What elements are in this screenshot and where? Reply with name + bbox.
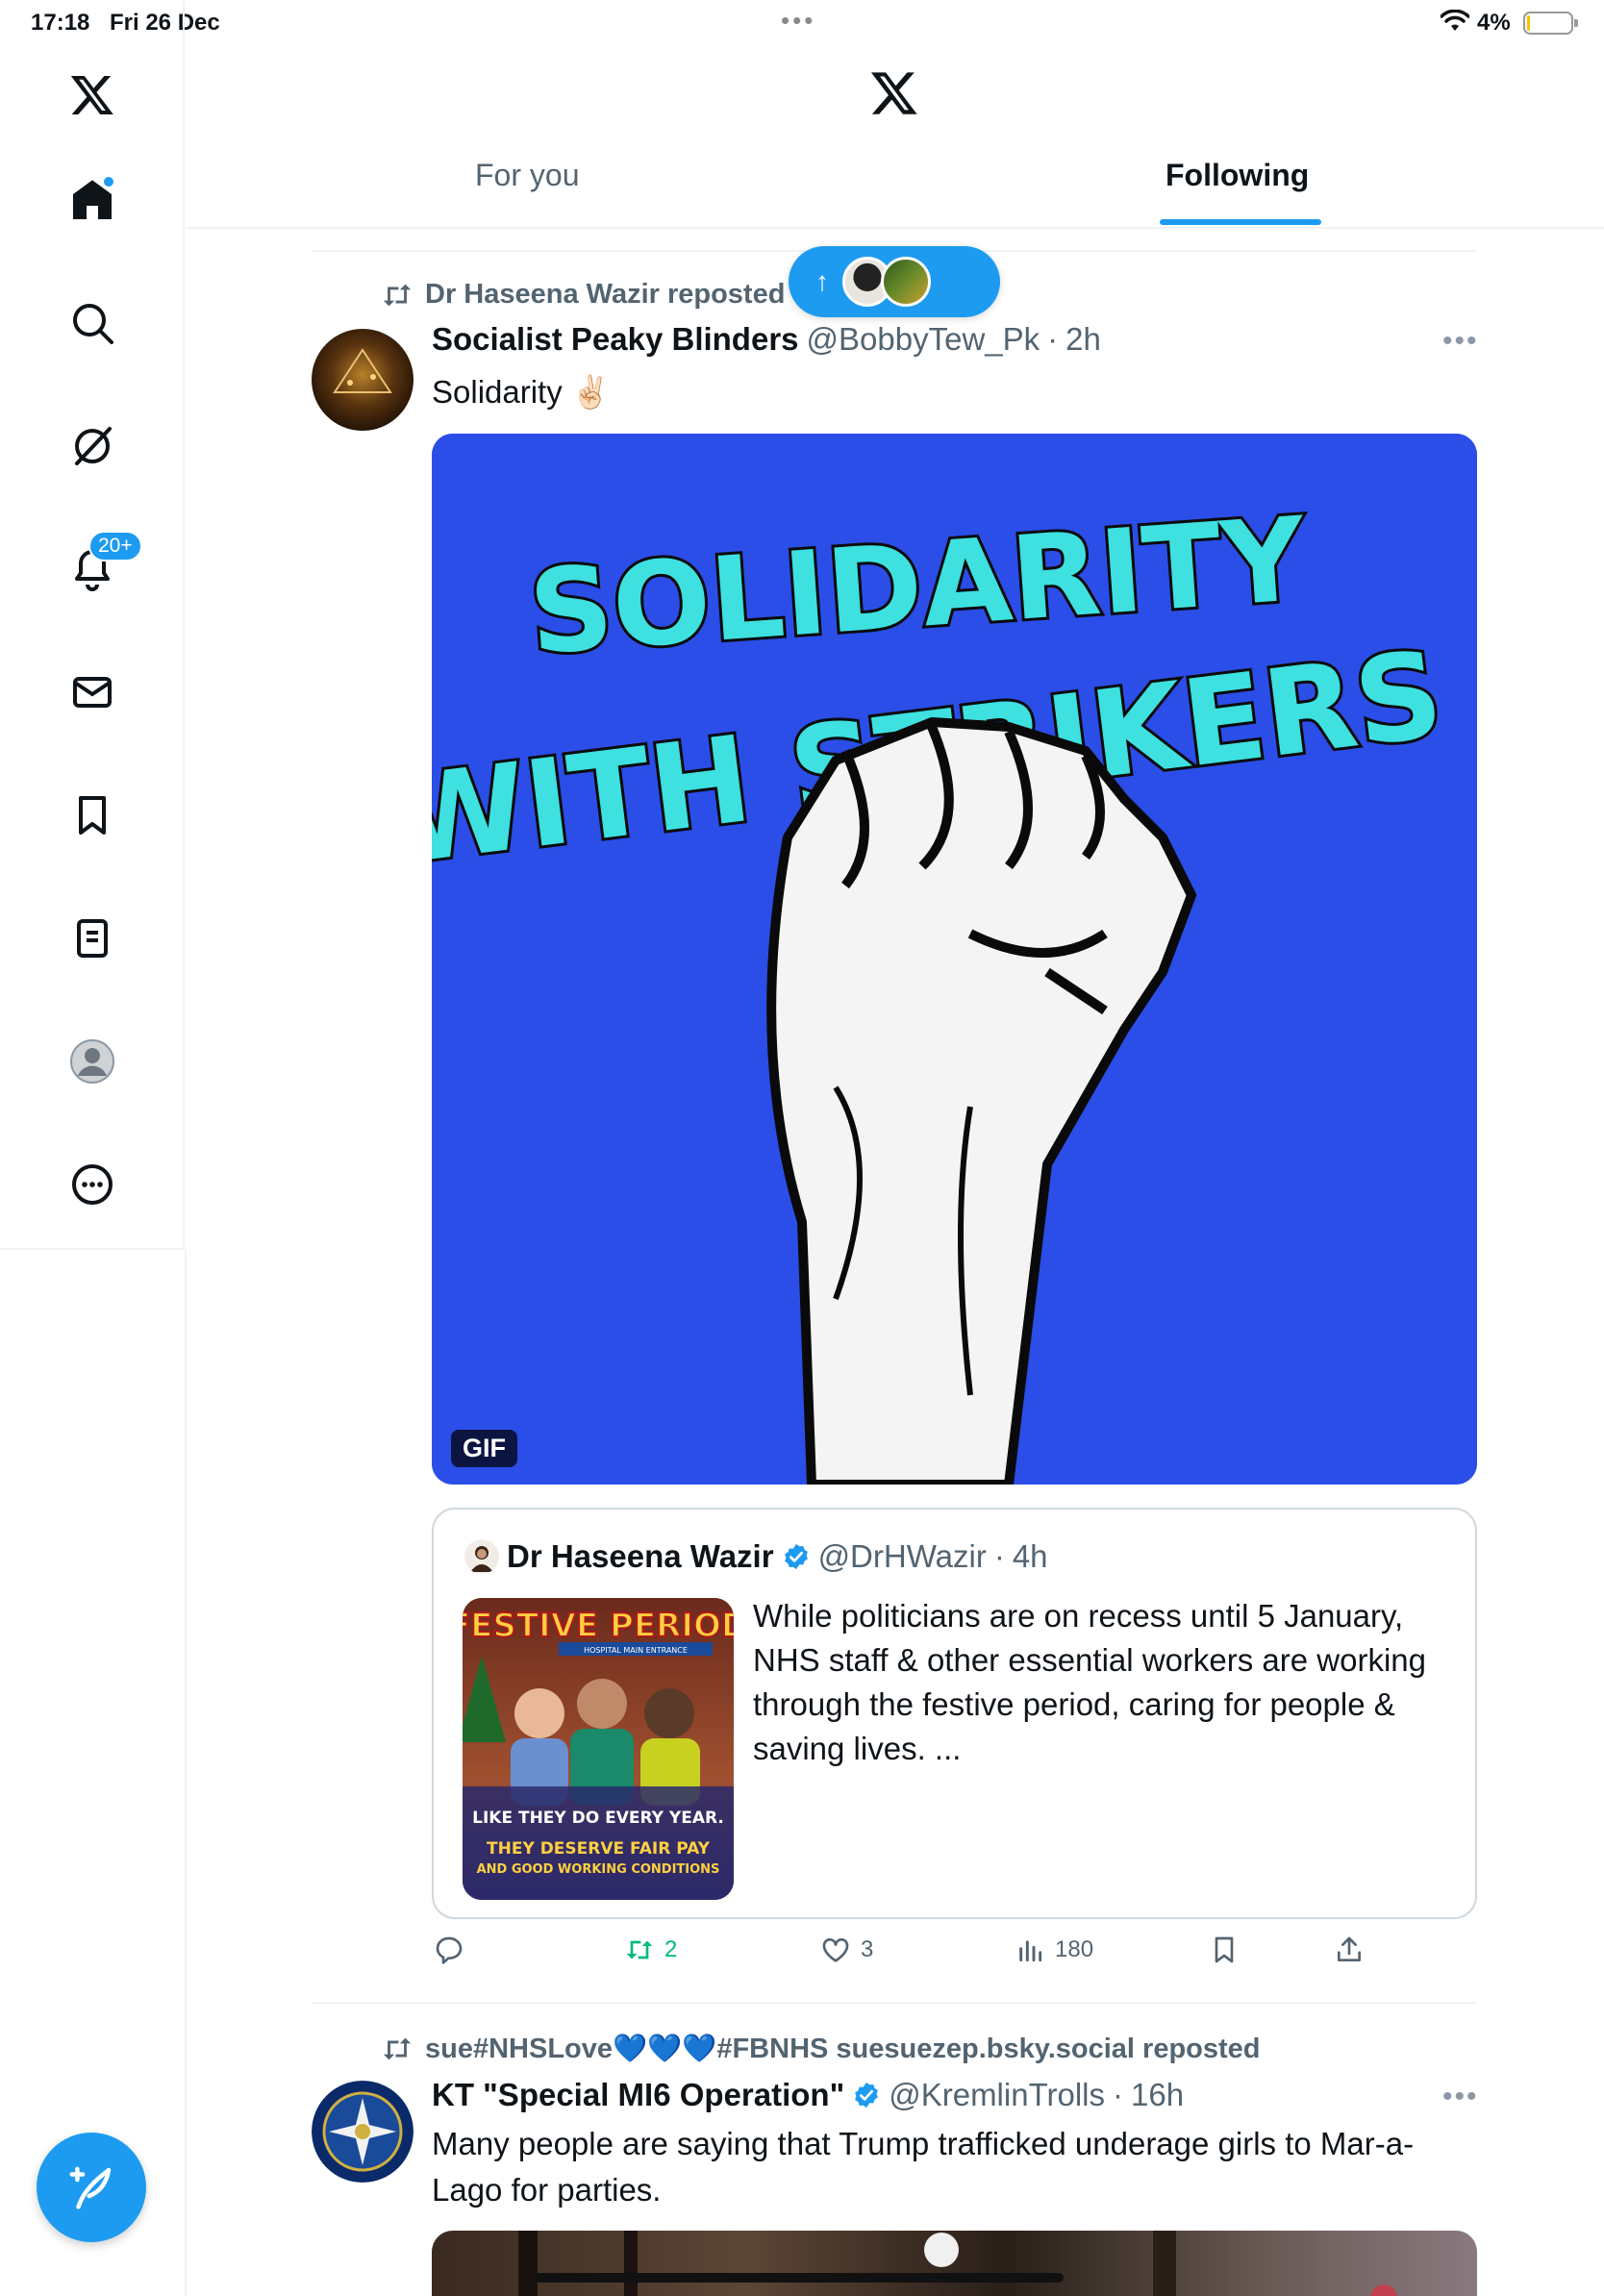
sidebar-item-lists[interactable]: [58, 904, 127, 973]
post-text: Solidarity ✌🏻: [432, 374, 611, 410]
separator: ·: [1113, 2077, 1124, 2112]
quoted-author-handle[interactable]: @DrHWazir: [818, 1538, 987, 1575]
quoted-author-name[interactable]: Dr Haseena Wazir: [507, 1538, 774, 1575]
active-tab-indicator: [1160, 219, 1321, 225]
x-logo-icon[interactable]: [869, 67, 919, 117]
more-options-icon[interactable]: •••: [1442, 2081, 1479, 2113]
avatar: [881, 257, 931, 307]
views-icon: [1019, 1940, 1042, 1962]
bookmark-icon: [1215, 1936, 1234, 1963]
sidebar-item-explore[interactable]: [58, 288, 127, 358]
post-media-gif[interactable]: SOLIDARITY WITH STRIKERS GIF: [432, 434, 1477, 1485]
author-name[interactable]: KT "Special MI6 Operation": [432, 2077, 844, 2113]
sidebar-item-home[interactable]: [58, 165, 127, 235]
bookmark-icon: [79, 796, 106, 835]
verified-badge-icon: [784, 1543, 808, 1570]
sidebar-item-grok[interactable]: [58, 412, 127, 481]
repost-icon: [383, 2037, 412, 2060]
home-indicator[interactable]: [535, 2273, 1064, 2283]
quoted-post-header: Dr Haseena Wazir @DrHWazir · 4h: [464, 1538, 1048, 1575]
more-options-icon[interactable]: •••: [1442, 325, 1479, 358]
sidebar-divider: [185, 1250, 187, 2296]
sidebar: 20+: [0, 0, 185, 1250]
bookmark-button[interactable]: [1209, 1934, 1240, 1965]
search-icon: [73, 304, 113, 344]
quoted-image-sign: HOSPITAL MAIN ENTRANCE: [584, 1646, 688, 1655]
quoted-post-image[interactable]: FESTIVE PERIOD HOSPITAL MAIN ENTRANCE LI…: [463, 1598, 734, 1900]
tab-following[interactable]: Following: [1165, 158, 1309, 193]
list-icon: [77, 919, 108, 958]
quoted-image-line1: LIKE THEY DO EVERY YEAR.: [472, 1809, 724, 1828]
grok-icon: [75, 427, 112, 465]
avatar-icon: [70, 1039, 114, 1084]
share-button[interactable]: [1334, 1934, 1365, 1965]
notifications-badge: 20+: [88, 531, 142, 562]
post-time[interactable]: 2h: [1065, 321, 1101, 358]
author-handle[interactable]: @KremlinTrolls: [889, 2077, 1105, 2113]
separator: ·: [1047, 321, 1059, 357]
share-icon: [1338, 1936, 1361, 1961]
verified-badge-icon: [855, 2082, 879, 2109]
view-count: 180: [1055, 1936, 1094, 1962]
sidebar-item-messages[interactable]: [58, 658, 127, 727]
gif-badge: GIF: [451, 1430, 517, 1467]
quoted-post[interactable]: Dr Haseena Wazir @DrHWazir · 4h FESTIVE …: [432, 1508, 1477, 1919]
author-handle[interactable]: @BobbyTew_Pk: [807, 321, 1040, 358]
arrow-up-icon: ↑: [815, 266, 829, 296]
avatar[interactable]: [312, 2081, 414, 2183]
solidarity-gif-image: SOLIDARITY WITH STRIKERS: [432, 434, 1477, 1485]
repost-button[interactable]: 2: [624, 1934, 677, 1965]
home-notification-dot: [102, 175, 115, 188]
separator: ·: [993, 1538, 1005, 1574]
repost-indicator[interactable]: Dr Haseena Wazir reposted: [381, 279, 785, 311]
timeline-header: For you Following: [187, 0, 1604, 229]
avatar[interactable]: [312, 329, 414, 431]
tab-for-you[interactable]: For you: [475, 158, 579, 193]
x-logo-icon[interactable]: [58, 60, 127, 129]
sidebar-item-profile[interactable]: [58, 1027, 127, 1096]
views-button[interactable]: 180: [1015, 1934, 1093, 1965]
repost-by: sue#NHSLove💙💙💙#FBNHS suesuezep.bsky.soci…: [425, 2034, 1261, 2064]
sidebar-item-bookmarks[interactable]: [58, 781, 127, 850]
compose-feather-icon: [69, 2166, 112, 2209]
quoted-post-time[interactable]: 4h: [1013, 1538, 1048, 1575]
quoted-image-line2: THEY DESERVE FAIR PAY: [487, 1839, 711, 1859]
like-count: 3: [861, 1936, 874, 1962]
repost-indicator[interactable]: sue#NHSLove💙💙💙#FBNHS suesuezep.bsky.soci…: [381, 2033, 1261, 2065]
like-button[interactable]: 3: [820, 1934, 873, 1965]
compose-button[interactable]: [37, 2133, 146, 2242]
repost-count: 2: [664, 1936, 678, 1962]
post-header: Socialist Peaky Blinders @BobbyTew_Pk · …: [432, 321, 1101, 358]
heart-icon: [822, 1938, 849, 1962]
post-header: KT "Special MI6 Operation" @KremlinTroll…: [432, 2077, 1184, 2113]
mail-icon: [73, 677, 112, 708]
repost-icon: [383, 284, 412, 306]
new-posts-pill[interactable]: ↑: [789, 246, 1000, 317]
post-media-video[interactable]: [432, 2231, 1477, 2296]
author-name[interactable]: Socialist Peaky Blinders: [432, 321, 799, 358]
post-time[interactable]: 16h: [1131, 2077, 1184, 2113]
reply-button[interactable]: [434, 1934, 474, 1965]
post-text: Many people are saying that Trump traffi…: [432, 2126, 1415, 2208]
sidebar-item-notifications[interactable]: 20+: [58, 531, 142, 604]
avatar[interactable]: [464, 1539, 499, 1574]
sidebar-item-more[interactable]: [58, 1150, 127, 1219]
quoted-image-line3: AND GOOD WORKING CONDITIONS: [477, 1862, 720, 1877]
repost-icon: [626, 1940, 653, 1959]
quoted-post-text: While politicians are on recess until 5 …: [753, 1598, 1427, 1766]
more-circle-icon: [72, 1164, 113, 1205]
divider: [312, 2002, 1477, 2004]
repost-by: Dr Haseena Wazir reposted: [425, 279, 786, 310]
reply-icon: [436, 1936, 463, 1964]
post-actions: 2 3 180: [432, 1934, 1477, 1981]
quoted-image-title: FESTIVE PERIOD: [463, 1607, 734, 1645]
